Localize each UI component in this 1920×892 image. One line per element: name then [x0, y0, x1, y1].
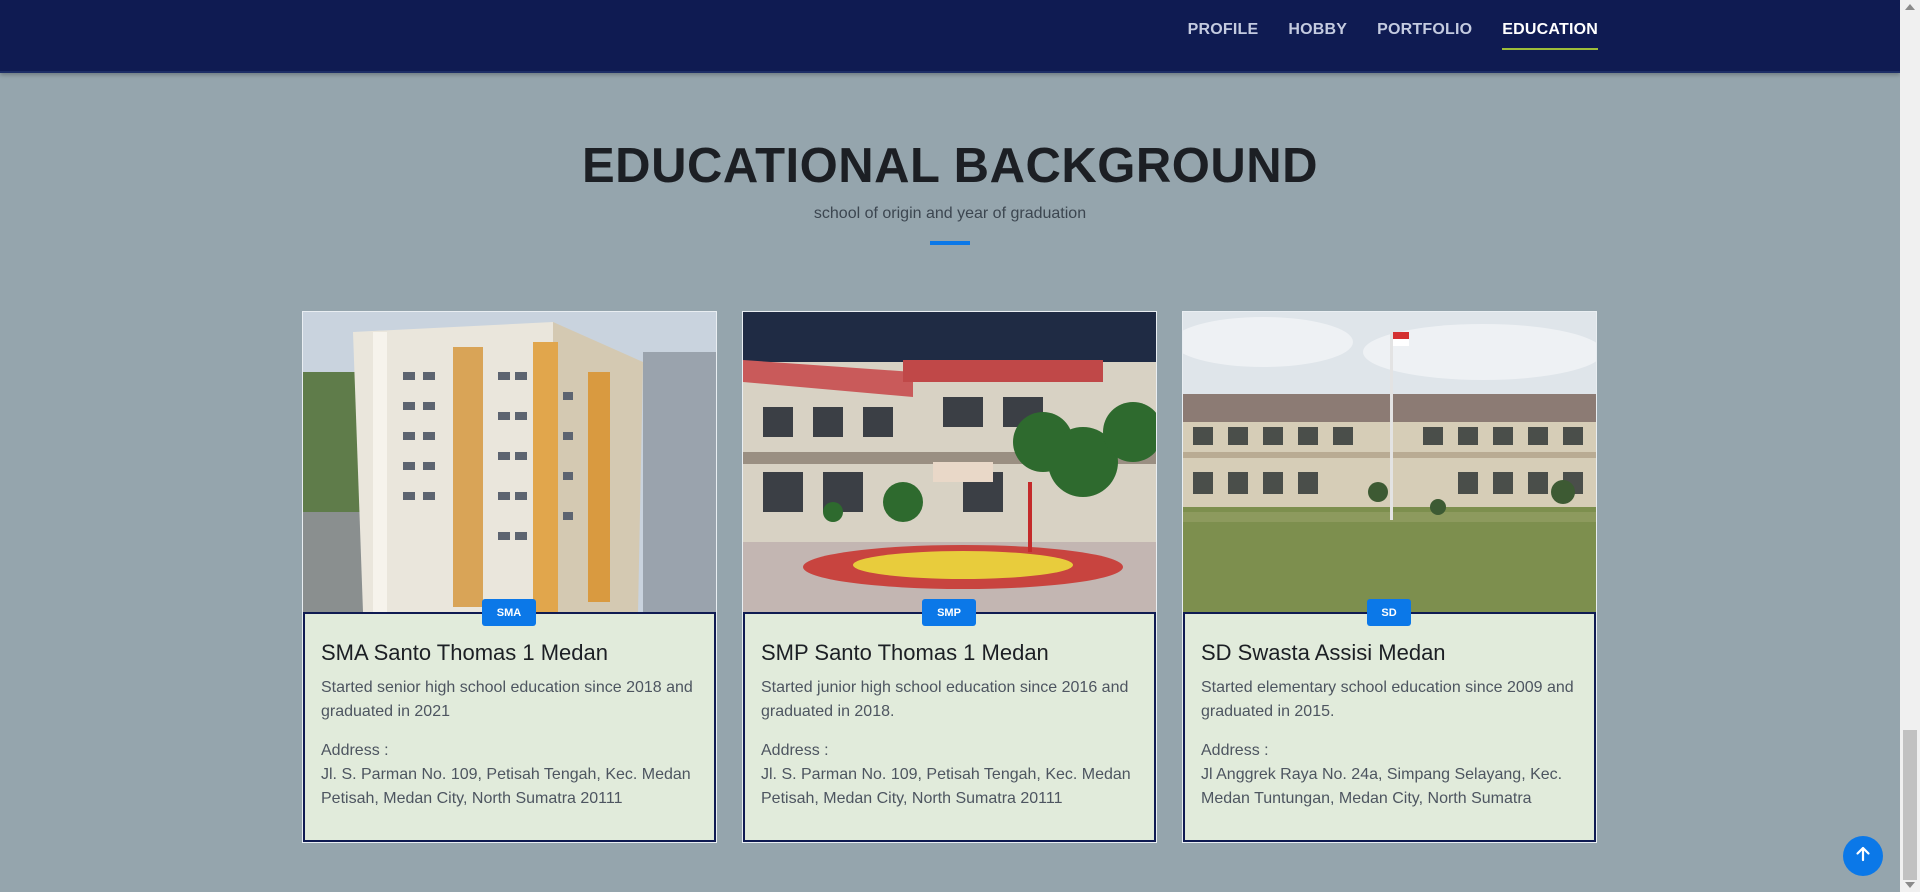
card-title-sd: SD Swasta Assisi Medan — [1201, 640, 1446, 665]
card-text-sma: Started senior high school education sin… — [321, 679, 693, 720]
badge-smp: SMP — [922, 599, 976, 626]
school-photo-sd — [1183, 312, 1596, 612]
card-body-smp: SMP Santo Thomas 1 Medan Started junior … — [743, 612, 1156, 842]
nav-link-portfolio[interactable]: PORTFOLIO — [1377, 21, 1472, 39]
card-title-sma: SMA Santo Thomas 1 Medan — [321, 640, 608, 665]
nav-link-hobby[interactable]: HOBBY — [1288, 21, 1347, 39]
scrollbar-thumb[interactable] — [1903, 730, 1917, 880]
badge-sma: SMA — [482, 599, 536, 626]
page-scrollbar[interactable] — [1900, 0, 1920, 892]
back-to-top-button[interactable] — [1843, 836, 1883, 876]
scroll-up-arrow-icon[interactable] — [1905, 4, 1915, 10]
card-address-label-sd: Address : — [1201, 742, 1269, 759]
navbar: PROFILE HOBBY PORTFOLIO EDUCATION — [0, 0, 1900, 73]
badge-sd: SD — [1367, 599, 1411, 626]
nav-link-profile[interactable]: PROFILE — [1188, 21, 1259, 39]
education-card-smp: SMP SMP Santo Thomas 1 Medan Started jun… — [742, 311, 1157, 843]
card-title-smp: SMP Santo Thomas 1 Medan — [761, 640, 1049, 665]
page: PROFILE HOBBY PORTFOLIO EDUCATION EDUCAT… — [0, 0, 1900, 892]
card-address-sd: Jl Anggrek Raya No. 24a, Simpang Selayan… — [1201, 766, 1563, 807]
card-body-sd: SD Swasta Assisi Medan Started elementar… — [1183, 612, 1596, 842]
card-text-sd: Started elementary school education sinc… — [1201, 679, 1574, 720]
education-card-sma: SMA SMA Santo Thomas 1 Medan Started sen… — [302, 311, 717, 843]
scroll-down-arrow-icon[interactable] — [1905, 882, 1915, 888]
card-address-smp: Jl. S. Parman No. 109, Petisah Tengah, K… — [761, 766, 1131, 807]
card-body-sma: SMA Santo Thomas 1 Medan Started senior … — [303, 612, 716, 842]
card-text-smp: Started junior high school education sin… — [761, 679, 1129, 720]
school-photo-smp — [743, 312, 1156, 612]
section-subtitle: school of origin and year of graduation — [813, 205, 1087, 222]
card-address-label-sma: Address : — [321, 742, 389, 759]
section-title: EDUCATIONAL BACKGROUND — [582, 139, 1318, 193]
nav-link-education[interactable]: EDUCATION — [1502, 21, 1598, 50]
section-title-underline — [930, 241, 970, 245]
nav-links: PROFILE HOBBY PORTFOLIO EDUCATION — [1158, 0, 1598, 60]
card-address-label-smp: Address : — [761, 742, 829, 759]
school-photo-sma — [303, 312, 716, 612]
card-address-sma: Jl. S. Parman No. 109, Petisah Tengah, K… — [321, 766, 691, 807]
arrow-up-icon — [1854, 845, 1872, 868]
education-card-sd: SD SD Swasta Assisi Medan Started elemen… — [1182, 311, 1597, 843]
